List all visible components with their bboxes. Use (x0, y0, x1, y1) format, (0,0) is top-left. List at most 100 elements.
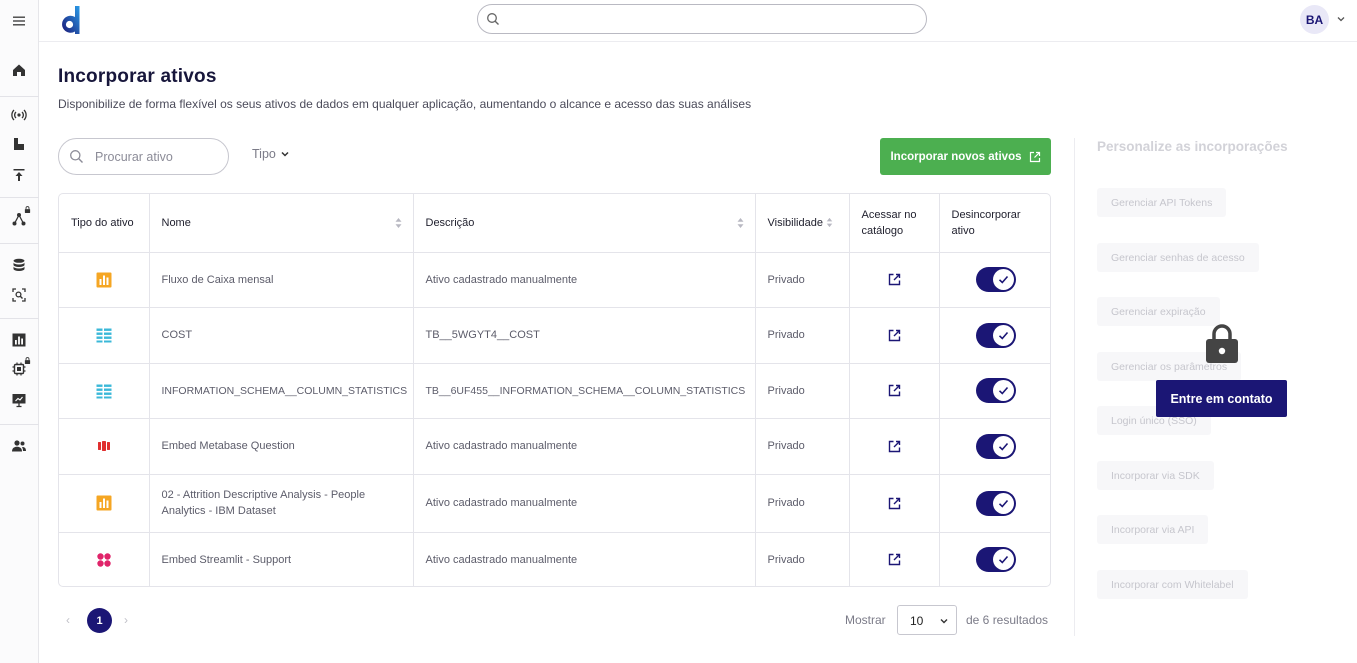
sidebar-divider (0, 96, 39, 97)
external-link-icon[interactable] (888, 440, 901, 453)
home-icon[interactable] (10, 61, 28, 79)
external-link-icon[interactable] (888, 384, 901, 397)
manage-api-tokens-button: Gerenciar API Tokens (1097, 188, 1227, 217)
asset-description: Ativo cadastrado manualmente (413, 532, 756, 586)
unembed-cell (939, 363, 1050, 419)
sort-icon[interactable] (826, 217, 833, 228)
external-link-icon[interactable] (888, 329, 901, 342)
top-bar: BA (39, 0, 1357, 42)
asset-type-cell (59, 532, 150, 586)
sort-icon[interactable] (737, 217, 744, 229)
asset-visibility: Privado (755, 363, 850, 419)
table-row: Fluxo de Caixa mensal Ativo cadastrado m… (59, 252, 1050, 308)
chevron-down-icon[interactable] (1335, 13, 1347, 25)
asset-visibility: Privado (755, 418, 850, 475)
external-link-icon (1029, 151, 1040, 162)
unembed-cell (939, 474, 1050, 533)
table-row: Embed Streamlit - Support Ativo cadastra… (59, 532, 1050, 586)
external-link-icon[interactable] (888, 553, 901, 566)
sidebar-divider (0, 197, 39, 198)
table-header-row: Tipo do ativo Nome Descrição Visibilidad… (59, 194, 1050, 253)
manage-access-passwords-button: Gerenciar senhas de acesso (1097, 243, 1259, 272)
column-header-description[interactable]: Descrição (413, 194, 756, 253)
pagination-prev-button[interactable]: ‹ (66, 613, 70, 627)
contact-us-button[interactable]: Entre em contato (1156, 380, 1287, 417)
asset-type-cell (59, 252, 150, 308)
user-avatar[interactable]: BA (1300, 5, 1329, 34)
users-icon[interactable] (10, 437, 28, 455)
asset-search-input[interactable] (95, 147, 220, 167)
assets-table: Tipo do ativo Nome Descrição Visibilidad… (58, 193, 1051, 587)
asset-type-cell (59, 363, 150, 419)
asset-visibility: Privado (755, 532, 850, 586)
data-sources-icon[interactable] (10, 135, 28, 153)
catalog-link-cell (849, 474, 940, 533)
unembed-toggle[interactable] (975, 267, 1016, 292)
hamburger-menu-icon[interactable] (10, 12, 28, 30)
sort-icon[interactable] (395, 217, 402, 229)
asset-visibility: Privado (755, 307, 850, 364)
table-row: Embed Metabase Question Ativo cadastrado… (59, 418, 1050, 475)
unembed-toggle[interactable] (975, 378, 1016, 403)
asset-type-cell (59, 307, 150, 364)
column-header-visibility[interactable]: Visibilidade (755, 194, 850, 253)
catalog-link-cell (849, 532, 940, 586)
presentation-icon[interactable] (10, 391, 28, 409)
page-size-select[interactable]: 10 (897, 605, 957, 635)
lock-icon (24, 206, 31, 213)
unembed-toggle[interactable] (975, 322, 1016, 348)
global-search-input[interactable] (477, 4, 927, 34)
column-header-type: Tipo do ativo (59, 194, 150, 253)
external-link-icon[interactable] (888, 497, 901, 510)
unembed-toggle[interactable] (975, 547, 1016, 573)
unembed-toggle[interactable] (975, 433, 1016, 459)
asset-description: TB__6UF455__INFORMATION_SCHEMA__COLUMN_S… (413, 363, 756, 419)
asset-search-field[interactable] (58, 138, 229, 175)
page-subtitle: Disponibilize de forma flexível os seus … (58, 97, 752, 111)
type-filter-dropdown[interactable]: Tipo (252, 147, 290, 161)
unembed-toggle[interactable] (975, 490, 1016, 516)
embed-whitelabel-button: Incorporar com Whitelabel (1097, 570, 1248, 599)
column-header-name-label: Nome (161, 216, 191, 229)
asset-description: Ativo cadastrado manualmente (413, 474, 756, 533)
upload-icon[interactable] (10, 166, 28, 184)
manage-expiration-button: Gerenciar expiração (1097, 297, 1220, 326)
search-icon (487, 13, 499, 25)
results-count: de 6 resultados (966, 613, 1049, 627)
asset-type-cell (59, 474, 150, 533)
page-size-value: 10 (910, 614, 924, 628)
asset-description: Ativo cadastrado manualmente (413, 418, 756, 475)
table-icon (96, 328, 112, 343)
broadcast-icon[interactable] (10, 106, 28, 124)
scan-search-icon[interactable] (10, 286, 28, 304)
asset-name: 02 - Attrition Descriptive Analysis - Pe… (149, 474, 414, 533)
pagination-next-button[interactable]: › (124, 613, 128, 627)
embed-new-assets-button[interactable]: Incorporar novos ativos (880, 138, 1051, 175)
check-icon (998, 386, 1008, 395)
embed-via-sdk-button: Incorporar via SDK (1097, 461, 1214, 490)
sidebar-divider (0, 243, 39, 244)
unembed-cell (939, 307, 1050, 364)
external-link-icon[interactable] (888, 273, 901, 286)
column-header-name[interactable]: Nome (149, 194, 414, 253)
asset-description: Ativo cadastrado manualmente (413, 252, 756, 308)
left-sidebar (0, 0, 39, 663)
table-row: 02 - Attrition Descriptive Analysis - Pe… (59, 474, 1050, 533)
pagination-page-1[interactable]: 1 (87, 608, 112, 633)
bar-chart-icon (96, 495, 112, 511)
asset-type-cell (59, 418, 150, 475)
lock-icon (1206, 324, 1238, 363)
database-icon[interactable] (10, 256, 28, 274)
embed-via-api-button: Incorporar via API (1097, 515, 1209, 544)
catalog-link-cell (849, 307, 940, 364)
dashboard-chart-icon[interactable] (10, 331, 28, 349)
sidebar-divider (0, 318, 39, 319)
unembed-cell (939, 252, 1050, 308)
catalog-link-cell (849, 418, 940, 475)
table-row: COST TB__5WGYT4__COST Privado (59, 307, 1050, 364)
metabase-icon (97, 441, 110, 452)
column-header-visibility-label: Visibilidade (767, 216, 823, 229)
app-logo-icon[interactable] (58, 4, 82, 36)
chevron-down-icon (940, 619, 948, 624)
right-panel-divider (1074, 138, 1075, 636)
